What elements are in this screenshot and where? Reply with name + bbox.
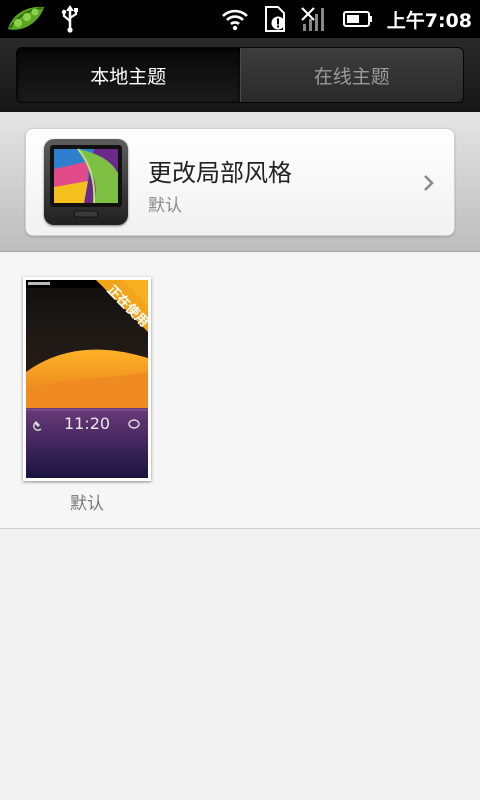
theme-preview-image: 11:20 正在使用: [26, 280, 148, 478]
card-title: 更改局部风格: [148, 159, 292, 187]
tab-bar: 本地主题 在线主题: [0, 38, 480, 112]
preview-clock: 11:20: [64, 414, 110, 433]
tab-local-themes[interactable]: 本地主题: [17, 48, 240, 102]
no-signal-icon: [300, 6, 329, 32]
status-time: 上午7:08: [386, 9, 472, 32]
sd-card-alert-icon: [263, 6, 287, 32]
theme-name-label: 默认: [70, 494, 104, 514]
battery-icon: [342, 10, 373, 28]
status-bar: 上午7:08: [0, 0, 480, 38]
custom-style-section: 更改局部风格 默认: [0, 112, 480, 252]
theme-thumbnail-default[interactable]: 11:20 正在使用: [23, 277, 151, 481]
wifi-icon: [221, 7, 249, 31]
usb-icon: [60, 5, 80, 33]
theme-grid: 11:20 正在使用 默认: [0, 253, 480, 529]
tab-online-themes[interactable]: 在线主题: [239, 48, 463, 102]
change-partial-style-card[interactable]: 更改局部风格 默认: [25, 128, 455, 236]
card-subtitle: 默认: [148, 196, 182, 216]
chevron-right-icon: [422, 173, 436, 193]
theme-tabs: 本地主题 在线主题: [16, 47, 464, 103]
theme-style-icon: [44, 139, 128, 225]
pea-pod-app-icon: [6, 3, 46, 35]
